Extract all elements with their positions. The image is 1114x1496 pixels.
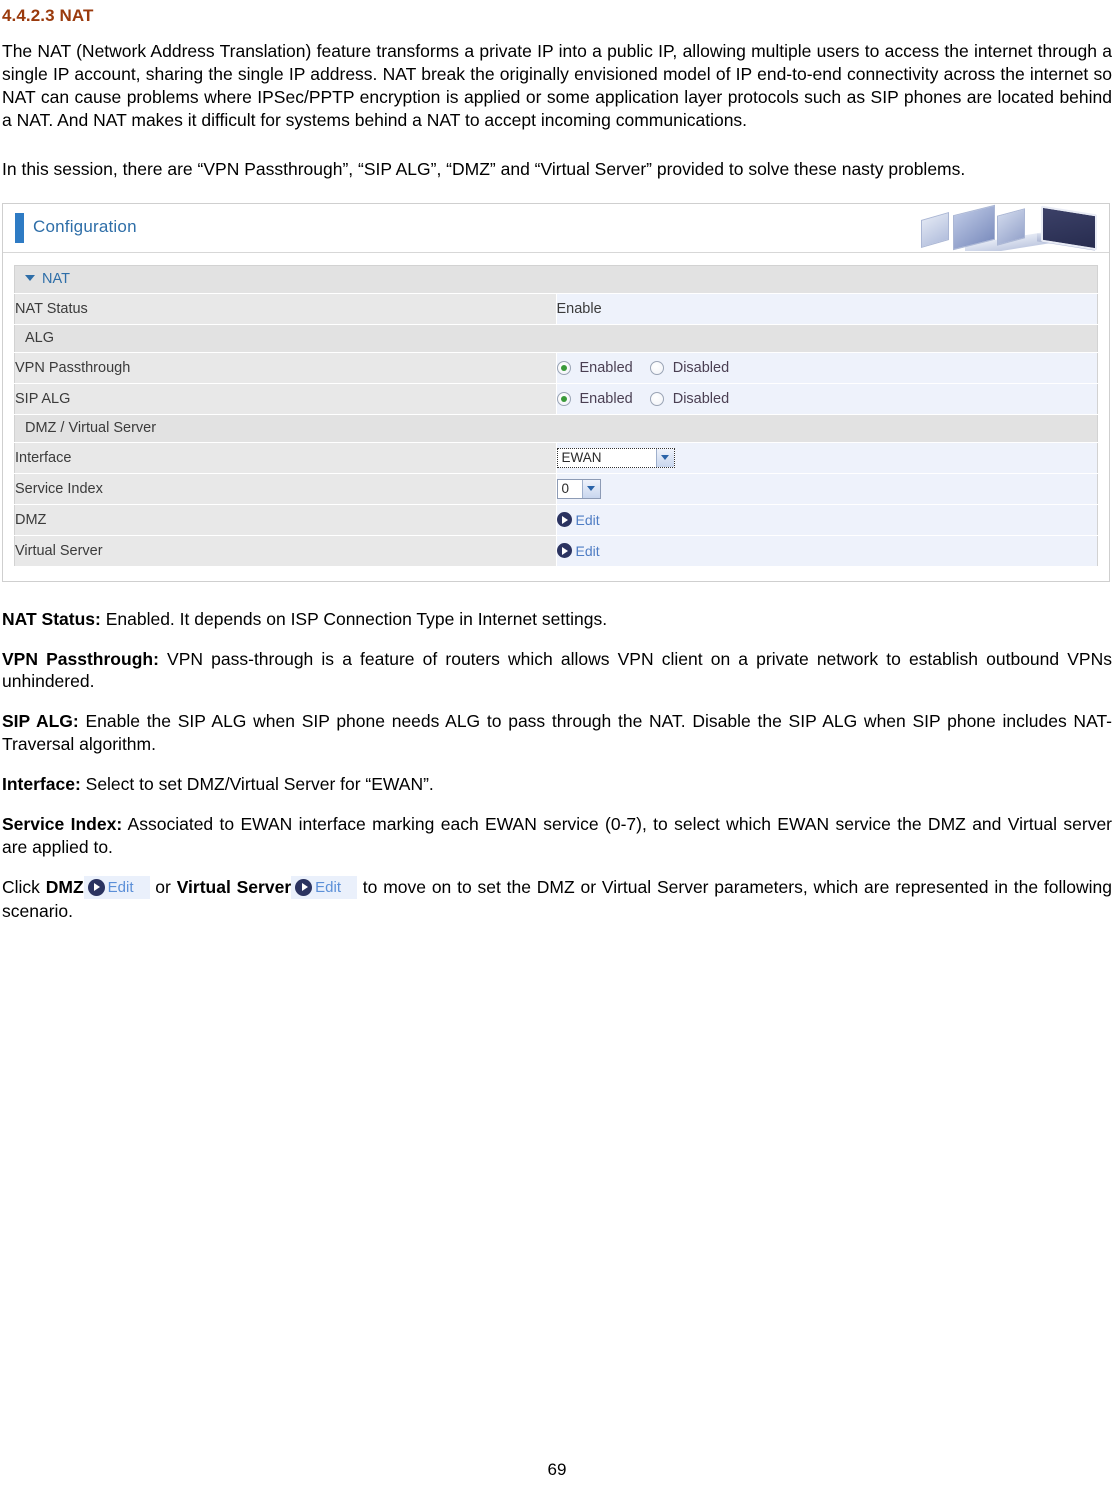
- row-value-nat-status: Enable: [556, 293, 1098, 325]
- group-label-alg: ALG: [14, 324, 556, 353]
- header-accent-bar: [15, 212, 24, 243]
- table-row-vpn-passthrough: VPN Passthrough Enabled Disabled: [14, 352, 1098, 384]
- chevron-down-icon[interactable]: [25, 275, 35, 282]
- definition-term: Service Index:: [2, 814, 123, 835]
- config-title: Configuration: [33, 216, 137, 236]
- radio-sip-disabled[interactable]: [649, 391, 664, 406]
- click-dmz-paragraph: Click DMZ Edit or Virtual Server Edit to m…: [2, 875, 1112, 923]
- radio-label-sip-disabled[interactable]: Disabled: [673, 391, 729, 407]
- inline-virtual-server-edit-button[interactable]: Edit: [291, 875, 357, 900]
- group-spacer-dmz: [556, 414, 1098, 443]
- radio-label-sip-enabled[interactable]: Enabled: [580, 391, 633, 407]
- radio-label-vpn-enabled[interactable]: Enabled: [580, 360, 633, 376]
- virtual-server-edit-link[interactable]: Edit: [556, 543, 600, 559]
- row-value-service-index: 0: [556, 473, 1098, 505]
- definition-interface: Interface: Select to set DMZ/Virtual Ser…: [2, 773, 1112, 796]
- table-row-alg-group: ALG: [14, 324, 1098, 353]
- table-row-dmz-virtual-server-group: DMZ / Virtual Server: [14, 414, 1098, 443]
- service-index-select-value: 0: [561, 481, 570, 497]
- interface-select[interactable]: EWAN: [556, 447, 675, 468]
- config-body: valueNAT NAT Status Enable ALG VPN Passt…: [3, 252, 1109, 581]
- row-label-virtual-server: Virtual Server: [14, 535, 557, 567]
- definition-term: SIP ALG:: [2, 711, 79, 732]
- table-row-nat-status: NAT Status Enable: [14, 293, 1098, 325]
- definition-term: NAT Status:: [2, 608, 101, 629]
- row-label-sip-alg: SIP ALG: [14, 383, 557, 415]
- click-mid: or: [149, 876, 177, 897]
- definition-service-index: Service Index: Associated to EWAN interf…: [2, 813, 1112, 859]
- term-virtual-server: Virtual Server: [176, 876, 292, 897]
- chevron-down-icon[interactable]: [655, 448, 674, 467]
- vpn-passthrough-radio-group[interactable]: Enabled Disabled: [556, 360, 1098, 376]
- row-label-dmz: DMZ: [14, 504, 557, 536]
- session-paragraph: In this session, there are “VPN Passthro…: [2, 158, 966, 179]
- nat-settings-table: valueNAT NAT Status Enable ALG VPN Passt…: [14, 264, 1098, 567]
- nat-section-title: NAT: [42, 271, 70, 288]
- definition-text: VPN pass-through is a feature of routers…: [2, 648, 1112, 692]
- row-value-vpn-passthrough: Enabled Disabled: [556, 352, 1098, 384]
- play-arrow-icon: [87, 878, 105, 896]
- play-arrow-icon: [295, 878, 313, 896]
- dmz-edit-link[interactable]: Edit: [556, 512, 600, 528]
- row-value-interface: EWAN: [556, 442, 1098, 474]
- row-label-vpn-passthrough: VPN Passthrough: [14, 352, 557, 384]
- group-spacer-alg: [556, 324, 1098, 353]
- table-row-dmz: DMZ Edit: [14, 504, 1098, 536]
- row-label-interface: Interface: [14, 442, 557, 474]
- intro-paragraph: The NAT (Network Address Translation) fe…: [2, 41, 1112, 130]
- row-value-dmz: Edit: [556, 504, 1098, 536]
- table-row-interface: Interface EWAN: [14, 442, 1098, 474]
- definition-term: Interface:: [2, 774, 81, 795]
- definition-vpn-passthrough: VPN Passthrough: VPN pass-through is a f…: [2, 648, 1112, 694]
- table-row-sip-alg: SIP ALG Enabled Disabled: [14, 383, 1098, 415]
- inline-virtual-server-edit-label[interactable]: Edit: [315, 878, 341, 898]
- radio-label-vpn-disabled[interactable]: Disabled: [673, 360, 729, 376]
- row-label-service-index: Service Index: [14, 473, 557, 505]
- inline-dmz-edit-label[interactable]: Edit: [108, 878, 134, 898]
- interface-select-value: EWAN: [561, 450, 602, 466]
- service-index-select[interactable]: 0: [556, 478, 601, 499]
- virtual-server-edit-label[interactable]: Edit: [576, 543, 600, 559]
- radio-sip-enabled[interactable]: [556, 391, 571, 406]
- document-page: 4.4.2.3 NAT The NAT (Network Address Tra…: [0, 6, 1114, 1496]
- group-label-dmz-virtual-server: DMZ / Virtual Server: [14, 414, 556, 443]
- table-row-virtual-server: Virtual Server Edit: [14, 535, 1098, 567]
- laptops-banner-image: [909, 204, 1109, 251]
- definition-term: VPN Passthrough:: [2, 648, 159, 669]
- radio-vpn-enabled[interactable]: [556, 360, 571, 375]
- row-label-nat-status: NAT Status: [14, 293, 557, 325]
- definition-text: Select to set DMZ/Virtual Server for “EW…: [80, 774, 434, 795]
- click-lead: Click: [2, 876, 46, 897]
- table-row-service-index: Service Index 0: [14, 473, 1098, 505]
- play-arrow-icon: [556, 543, 572, 559]
- definition-text: Associated to EWAN interface marking eac…: [2, 814, 1112, 858]
- definition-nat-status: NAT Status: Enabled. It depends on ISP C…: [2, 608, 1112, 631]
- dmz-edit-label[interactable]: Edit: [576, 512, 600, 528]
- row-value-virtual-server: Edit: [556, 535, 1098, 567]
- row-value-sip-alg: Enabled Disabled: [556, 383, 1098, 415]
- config-header: Configuration: [3, 203, 1109, 253]
- page-number: 69: [547, 1460, 567, 1479]
- radio-vpn-disabled[interactable]: [649, 360, 664, 375]
- router-configuration-screenshot: Configuration valueNAT: [2, 202, 1110, 582]
- definition-text: Enable the SIP ALG when SIP phone needs …: [2, 711, 1113, 755]
- nat-section-header[interactable]: valueNAT: [14, 265, 1098, 294]
- inline-dmz-edit-button[interactable]: Edit: [83, 875, 150, 900]
- nat-section-header-cell[interactable]: valueNAT: [14, 265, 1098, 294]
- page-title: 4.4.2.3 NAT: [2, 6, 94, 25]
- play-arrow-icon: [556, 512, 572, 528]
- definition-text: Enabled. It depends on ISP Connection Ty…: [100, 608, 608, 629]
- definition-sip-alg: SIP ALG: Enable the SIP ALG when SIP pho…: [2, 710, 1112, 756]
- chevron-down-icon[interactable]: [581, 479, 600, 498]
- sip-alg-radio-group[interactable]: Enabled Disabled: [556, 391, 1098, 407]
- term-dmz: DMZ: [45, 876, 84, 897]
- banner-laptop-1: [921, 211, 949, 248]
